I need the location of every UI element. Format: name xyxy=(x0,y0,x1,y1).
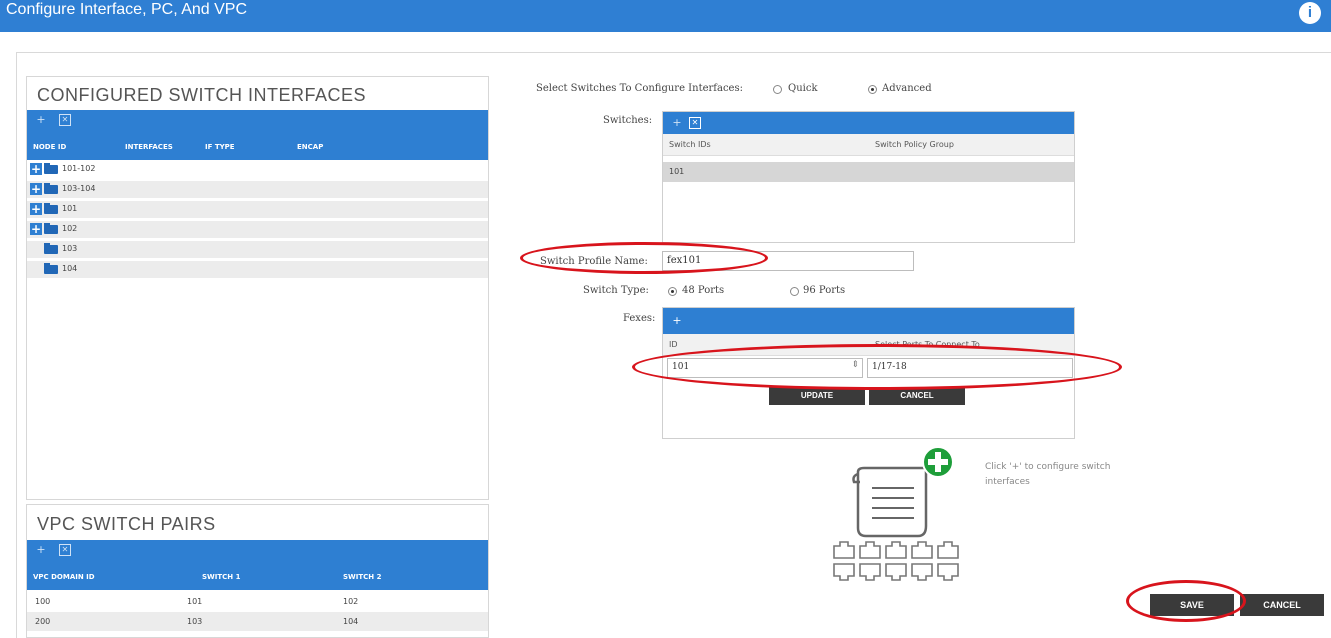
column-select-ports[interactable]: Select Ports To Connect To xyxy=(875,340,980,349)
configured-interfaces-panel: CONFIGURED SWITCH INTERFACES + ✕ NODE ID… xyxy=(26,76,489,500)
switch-type-label: Switch Type: xyxy=(583,285,649,296)
delete-icon[interactable]: ✕ xyxy=(689,117,701,129)
switches-label: Switches: xyxy=(603,115,653,126)
tree-row[interactable]: + 101-102 xyxy=(27,161,488,178)
tree-node-label: 103 xyxy=(62,244,78,253)
title-bar: Configure Interface, PC, And VPC i xyxy=(0,0,1331,32)
advanced-radio[interactable] xyxy=(868,85,877,94)
folder-icon xyxy=(44,243,58,254)
ports-48-label[interactable]: 48 Ports xyxy=(682,285,724,296)
fex-ports-input[interactable]: 1/17-18 xyxy=(867,358,1073,378)
expand-icon[interactable]: + xyxy=(30,183,42,195)
delete-icon[interactable]: ✕ xyxy=(59,544,71,556)
column-interfaces[interactable]: INTERFACES xyxy=(125,143,173,151)
tree-row[interactable]: + 103-104 xyxy=(27,181,488,198)
switches-grid: + ✕ Switch IDs Switch Policy Group 101 xyxy=(662,111,1075,243)
fexes-grid: + ID Select Ports To Connect To 101 ⇕ 1/… xyxy=(662,307,1075,439)
expand-icon[interactable]: + xyxy=(30,223,42,235)
fex-id-input[interactable]: 101 ⇕ xyxy=(667,358,863,378)
fex-id-value: 101 xyxy=(672,362,690,372)
table-row[interactable]: 100 101 102 xyxy=(27,592,488,611)
table-row[interactable]: 200 103 104 xyxy=(27,612,488,631)
column-switch-2[interactable]: SWITCH 2 xyxy=(343,573,381,581)
tree-row[interactable]: + 102 xyxy=(27,221,488,238)
quick-radio-label[interactable]: Quick xyxy=(788,83,818,94)
tree-node-label: 101 xyxy=(62,204,78,213)
column-fex-id[interactable]: ID xyxy=(669,340,678,349)
expand-icon[interactable]: + xyxy=(30,203,42,215)
tree-row[interactable]: + 101 xyxy=(27,201,488,218)
save-button[interactable]: SAVE xyxy=(1150,594,1234,616)
vpc-switch-pairs-panel: VPC SWITCH PAIRS + ✕ VPC DOMAIN ID SWITC… xyxy=(26,504,489,638)
switches-grid-header: Switch IDs Switch Policy Group xyxy=(663,134,1074,156)
window-title: Configure Interface, PC, And VPC xyxy=(6,1,248,18)
switch-1-cell: 103 xyxy=(187,617,203,626)
info-icon[interactable]: i xyxy=(1299,2,1321,24)
fexes-toolbar: + xyxy=(663,308,1074,334)
vpc-switch-pairs-title: VPC SWITCH PAIRS xyxy=(37,514,216,534)
expand-icon[interactable]: + xyxy=(30,163,42,175)
switch-2-cell: 102 xyxy=(343,597,359,606)
table-row[interactable]: 101 xyxy=(663,162,1074,182)
cancel-inline-button[interactable]: CANCEL xyxy=(869,387,965,405)
tree-row[interactable]: 103 xyxy=(27,241,488,258)
tree-node-label: 102 xyxy=(62,224,78,233)
ports-48-radio[interactable] xyxy=(668,287,677,296)
select-switches-label: Select Switches To Configure Interfaces: xyxy=(536,83,743,94)
switch-id-cell: 101 xyxy=(669,167,685,176)
add-icon[interactable]: + xyxy=(35,544,47,556)
column-vpc-domain-id[interactable]: VPC DOMAIN ID xyxy=(33,573,95,581)
vpc-domain-cell: 200 xyxy=(35,617,51,626)
add-icon[interactable]: + xyxy=(671,315,683,327)
configured-interfaces-title: CONFIGURED SWITCH INTERFACES xyxy=(37,85,367,105)
ports-96-radio[interactable] xyxy=(790,287,799,296)
fexes-grid-header: ID Select Ports To Connect To xyxy=(663,334,1074,356)
switch-profile-name-input[interactable]: fex101 xyxy=(662,251,914,271)
switch-profile-name-label: Switch Profile Name: xyxy=(540,256,648,267)
spinner-icon[interactable]: ⇕ xyxy=(851,360,859,370)
update-button[interactable]: UPDATE xyxy=(769,387,865,405)
folder-icon xyxy=(44,163,58,174)
tree-node-label: 103-104 xyxy=(62,184,96,193)
document-icon xyxy=(852,466,928,538)
switches-toolbar: + ✕ xyxy=(663,112,1074,134)
column-encap[interactable]: ENCAP xyxy=(297,143,323,151)
vpc-toolbar: + ✕ VPC DOMAIN ID SWITCH 1 SWITCH 2 xyxy=(27,540,488,590)
configured-interfaces-toolbar: + ✕ NODE ID INTERFACES IF TYPE ENCAP xyxy=(27,110,488,160)
switch-1-cell: 101 xyxy=(187,597,203,606)
add-icon[interactable]: + xyxy=(671,117,683,129)
folder-icon xyxy=(44,203,58,214)
tree-row[interactable]: 104 xyxy=(27,261,488,278)
quick-radio[interactable] xyxy=(773,85,782,94)
fexes-label: Fexes: xyxy=(623,313,656,324)
add-circle-icon[interactable] xyxy=(922,446,954,478)
column-switch-1[interactable]: SWITCH 1 xyxy=(202,573,240,581)
add-icon[interactable]: + xyxy=(35,114,47,126)
column-switch-policy-group[interactable]: Switch Policy Group xyxy=(875,140,954,149)
column-if-type[interactable]: IF TYPE xyxy=(205,143,235,151)
vpc-domain-cell: 100 xyxy=(35,597,51,606)
ports-96-label[interactable]: 96 Ports xyxy=(803,285,845,296)
folder-icon xyxy=(44,263,58,274)
advanced-radio-label[interactable]: Advanced xyxy=(882,83,932,94)
tree-node-label: 104 xyxy=(62,264,78,273)
switch-ports-icon xyxy=(833,541,959,581)
configure-interfaces-illustration xyxy=(833,446,959,581)
delete-icon[interactable]: ✕ xyxy=(59,114,71,126)
folder-icon xyxy=(44,223,58,234)
configure-hint-text: Click '+' to configure switch interfaces xyxy=(985,462,1111,487)
cancel-button[interactable]: CANCEL xyxy=(1240,594,1324,616)
switch-2-cell: 104 xyxy=(343,617,359,626)
folder-icon xyxy=(44,183,58,194)
column-node-id[interactable]: NODE ID xyxy=(33,143,66,151)
tree-node-label: 101-102 xyxy=(62,164,96,173)
column-switch-ids[interactable]: Switch IDs xyxy=(669,140,711,149)
